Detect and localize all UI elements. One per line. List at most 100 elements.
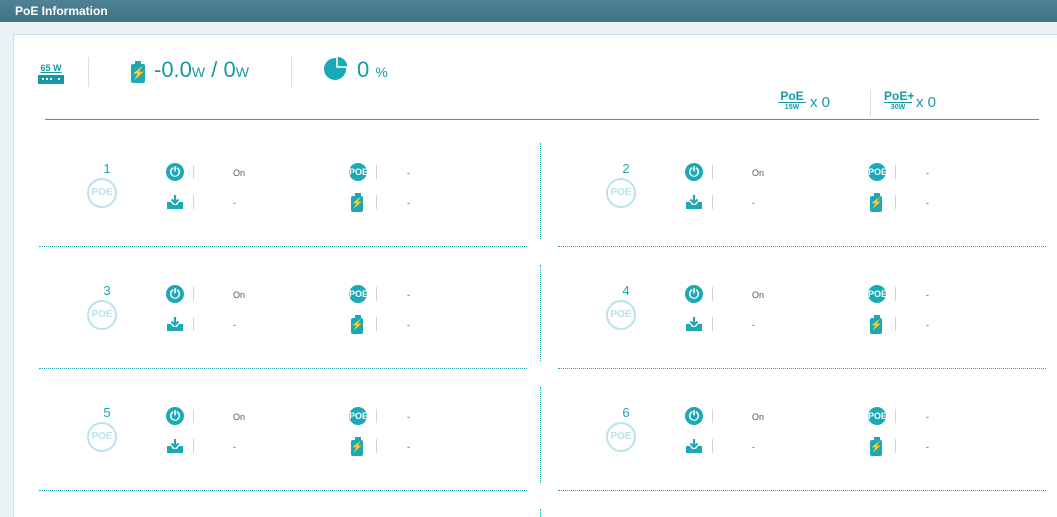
port-number: 3	[103, 283, 111, 298]
psu-wattage-label: 65 W	[40, 63, 62, 73]
port-status: On	[233, 168, 246, 178]
divider	[193, 439, 194, 453]
port-power-value: -	[407, 198, 410, 208]
utilization-value: 0	[357, 57, 370, 82]
port-divider	[39, 246, 527, 247]
poe-class-value: -	[926, 290, 929, 300]
divider	[712, 165, 713, 179]
divider	[193, 165, 194, 179]
port-card-6[interactable]: 6 POE ⏻ On - POE - ⚡ -	[558, 384, 1046, 491]
download-tray-icon	[686, 439, 702, 453]
poe-plus-30w-count-value: x 0	[916, 94, 937, 111]
port-divider	[39, 368, 527, 369]
port-card-4[interactable]: 4 POE ⏻ On - POE - ⚡ -	[558, 262, 1046, 369]
divider	[895, 409, 896, 423]
power-icon: ⏻	[166, 407, 184, 425]
divider	[712, 195, 713, 209]
divider	[712, 287, 713, 301]
port-card-5[interactable]: 5 POE ⏻ On - POE - ⚡ -	[39, 384, 527, 491]
divider	[895, 165, 896, 179]
power-max: 0	[223, 57, 236, 82]
port-load: -	[752, 442, 755, 452]
poe-summary: 65 W ⚡ -0.0W / 0W 0 % PoE 15W x 0 PoE+ 3…	[14, 35, 1057, 125]
download-tray-icon	[686, 317, 702, 331]
divider	[291, 57, 292, 87]
power-separator: /	[205, 57, 224, 82]
port-divider	[558, 490, 1046, 491]
port-card-2[interactable]: 2 POE ⏻ On - POE - ⚡ -	[558, 140, 1046, 247]
pie-chart-icon	[324, 55, 349, 80]
power-icon: ⏻	[166, 285, 184, 303]
port-load: -	[233, 320, 236, 330]
battery-charge-icon: ⚡	[351, 437, 363, 456]
divider	[712, 439, 713, 453]
power-value: -0.0	[154, 57, 192, 82]
divider	[895, 195, 896, 209]
port-load: -	[752, 198, 755, 208]
port-card-1[interactable]: 1 POE ⏻ On - POE - ⚡ -	[39, 140, 527, 247]
poe-info-panel: 65 W ⚡ -0.0W / 0W 0 % PoE 15W x 0 PoE+ 3…	[13, 34, 1057, 517]
port-status: On	[752, 290, 765, 300]
poe-15w-count-value: x 0	[810, 94, 831, 111]
download-tray-icon	[686, 195, 702, 209]
poe-class-icon: POE	[349, 285, 368, 303]
divider	[376, 409, 377, 423]
battery-charge-icon: ⚡	[870, 437, 882, 456]
poe-class-value: -	[407, 412, 410, 422]
poe-15w-icon: PoE 15W	[778, 90, 806, 113]
poe-port-icon: POE	[606, 178, 636, 208]
poe-port-icon: POE	[87, 178, 117, 208]
battery-charge-icon: ⚡	[870, 315, 882, 334]
power-utilization: 0 %	[357, 57, 388, 83]
power-icon: ⏻	[685, 163, 703, 181]
power-icon: ⏻	[685, 407, 703, 425]
port-number: 6	[622, 405, 630, 420]
column-divider	[540, 265, 541, 361]
port-load: -	[752, 320, 755, 330]
poe-class-icon: POE	[868, 407, 887, 425]
power-consumption: -0.0W / 0W	[154, 57, 249, 83]
battery-charge-icon: ⚡	[131, 61, 146, 83]
divider	[895, 317, 896, 331]
port-card-3[interactable]: 3 POE ⏻ On - POE - ⚡ -	[39, 262, 527, 369]
poe-port-icon: POE	[87, 300, 117, 330]
window-title: PoE Information	[0, 0, 1057, 22]
port-status: On	[233, 290, 246, 300]
poe-plus-30w-icon: PoE+ 30W	[884, 89, 915, 113]
download-tray-icon	[167, 195, 183, 209]
utilization-unit: %	[375, 64, 388, 80]
divider	[376, 165, 377, 179]
divider	[193, 195, 194, 209]
port-status: On	[233, 412, 246, 422]
divider	[193, 317, 194, 331]
divider	[376, 317, 377, 331]
power-unit: W	[191, 64, 206, 80]
port-power-value: -	[407, 442, 410, 452]
divider	[870, 90, 871, 116]
download-tray-icon	[167, 439, 183, 453]
column-divider	[540, 143, 541, 239]
poe-class-icon: POE	[349, 163, 368, 181]
port-power-value: -	[926, 198, 929, 208]
poe-15w-den: 15W	[784, 104, 800, 111]
port-number: 4	[622, 283, 630, 298]
poe-plus-num: PoE+	[884, 89, 915, 103]
divider	[193, 287, 194, 301]
power-icon: ⏻	[166, 163, 184, 181]
poe-class-icon: POE	[349, 407, 368, 425]
port-divider	[558, 246, 1046, 247]
port-status: On	[752, 412, 765, 422]
power-icon: ⏻	[685, 285, 703, 303]
poe-class-value: -	[407, 168, 410, 178]
poe-class-value: -	[926, 168, 929, 178]
port-status: On	[752, 168, 765, 178]
poe-class-icon: POE	[868, 163, 887, 181]
port-load: -	[233, 442, 236, 452]
divider	[895, 287, 896, 301]
power-supply-icon: 65 W	[35, 63, 67, 87]
poe-15w-num: PoE	[778, 90, 806, 103]
divider	[376, 287, 377, 301]
column-divider	[540, 387, 541, 483]
port-power-value: -	[926, 320, 929, 330]
summary-divider	[45, 119, 1039, 120]
